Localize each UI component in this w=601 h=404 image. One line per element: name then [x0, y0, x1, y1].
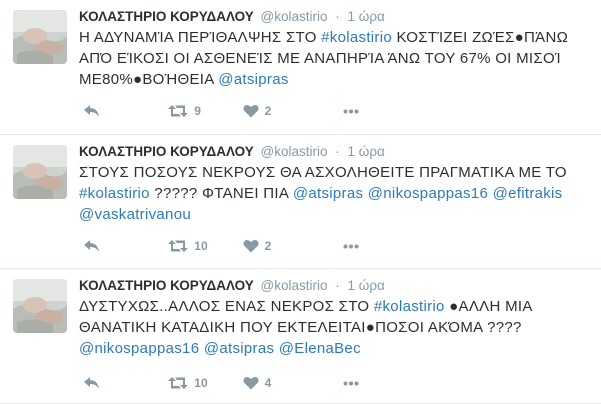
author-fullname[interactable]: ΚΟΛΑΣΤΗΡΙΟ ΚΟΡΥΔΑΛΟΥ: [79, 278, 254, 293]
retweet-button[interactable]: 10: [168, 376, 235, 390]
avatar-image: [13, 279, 67, 333]
reply-icon: [84, 377, 99, 389]
header-separator: ·: [335, 278, 340, 293]
tweet-actions: 9 2: [79, 101, 359, 121]
retweet-icon: [168, 240, 189, 252]
retweet-count: 9: [194, 104, 201, 118]
tweet-actions: 10 2: [79, 236, 359, 256]
header-separator: ·: [335, 9, 340, 24]
tweet-timestamp[interactable]: 1 ώρα: [348, 144, 385, 159]
header-separator: ·: [335, 144, 340, 159]
retweet-icon: [168, 105, 189, 117]
reply-button[interactable]: [83, 239, 108, 253]
reply-icon: [84, 240, 99, 252]
retweet-count: 10: [194, 376, 208, 390]
author-fullname[interactable]: ΚΟΛΑΣΤΗΡΙΟ ΚΟΡΥΔΑΛΟΥ: [79, 9, 254, 24]
retweet-count: 10: [194, 239, 208, 253]
tweet-timeline: ΚΟΛΑΣΤΗΡΙΟ ΚΟΡΥΔΑΛΟΥ @kolastirio · 1 ώρα…: [0, 0, 601, 404]
like-count: 2: [264, 104, 272, 118]
tweet[interactable]: ΚΟΛΑΣΤΗΡΙΟ ΚΟΡΥΔΑΛΟΥ @kolastirio · 1 ώρα…: [0, 135, 601, 269]
mention-link[interactable]: @vaskatrivanou: [79, 206, 191, 223]
author-username[interactable]: @kolastirio: [261, 278, 328, 293]
retweet-button[interactable]: 9: [168, 104, 235, 118]
tweet-timestamp[interactable]: 1 ώρα: [348, 278, 385, 293]
mention-link[interactable]: @atsipras: [218, 71, 288, 88]
avatar[interactable]: [13, 279, 67, 333]
avatar[interactable]: [13, 10, 67, 64]
tweet-text-segment: Η ΑΔΥΝΑΜΊΑ ΠΕΡΊΘΑΛΨΗΣ ΣΤΟ: [79, 29, 322, 46]
hashtag-link[interactable]: #kolastirio: [321, 29, 392, 46]
reply-button[interactable]: [83, 104, 108, 118]
hashtag-link[interactable]: #kolastirio: [79, 185, 150, 202]
tweet-text: ΔΥΣΤΥΧΩΣ..ΑΛΛΟΣ ΕΝΑΣ ΝΕΚΡΟΣ ΣΤΟ #kolasti…: [79, 296, 595, 359]
more-button[interactable]: [343, 381, 359, 386]
hashtag-link[interactable]: #kolastirio: [374, 298, 445, 315]
avatar[interactable]: [13, 145, 67, 199]
more-button[interactable]: [343, 244, 359, 249]
tweet[interactable]: ΚΟΛΑΣΤΗΡΙΟ ΚΟΡΥΔΑΛΟΥ @kolastirio · 1 ώρα…: [0, 0, 601, 135]
author-username[interactable]: @kolastirio: [261, 9, 328, 24]
retweet-icon: [168, 377, 189, 389]
author-fullname[interactable]: ΚΟΛΑΣΤΗΡΙΟ ΚΟΡΥΔΑΛΟΥ: [79, 144, 254, 159]
tweet-content: ΚΟΛΑΣΤΗΡΙΟ ΚΟΡΥΔΑΛΟΥ @kolastirio · 1 ώρα…: [79, 143, 595, 225]
tweet-header: ΚΟΛΑΣΤΗΡΙΟ ΚΟΡΥΔΑΛΟΥ @kolastirio · 1 ώρα: [79, 277, 595, 295]
mention-link[interactable]: @atsipras: [204, 340, 274, 357]
reply-icon: [84, 105, 99, 117]
like-button[interactable]: 2: [243, 104, 310, 118]
mention-link[interactable]: @efitrakis: [493, 185, 563, 202]
author-username[interactable]: @kolastirio: [261, 144, 328, 159]
reply-button[interactable]: [83, 376, 108, 390]
avatar-image: [13, 10, 67, 64]
mention-link[interactable]: @atsipras: [293, 185, 363, 202]
more-icon: [343, 109, 359, 113]
tweet-content: ΚΟΛΑΣΤΗΡΙΟ ΚΟΡΥΔΑΛΟΥ @kolastirio · 1 ώρα…: [79, 277, 595, 359]
retweet-button[interactable]: 10: [168, 239, 235, 253]
like-icon: [243, 376, 259, 390]
like-button[interactable]: 2: [243, 239, 310, 253]
like-icon: [243, 104, 259, 118]
mention-link[interactable]: @ElenaBec: [279, 340, 361, 357]
like-icon: [243, 239, 259, 253]
like-button[interactable]: 4: [243, 376, 310, 390]
tweet[interactable]: ΚΟΛΑΣΤΗΡΙΟ ΚΟΡΥΔΑΛΟΥ @kolastirio · 1 ώρα…: [0, 269, 601, 404]
more-icon: [343, 244, 359, 248]
like-count: 4: [264, 376, 272, 390]
tweet-header: ΚΟΛΑΣΤΗΡΙΟ ΚΟΡΥΔΑΛΟΥ @kolastirio · 1 ώρα: [79, 143, 595, 161]
tweet-text-segment: ΣΤΟΥΣ ΠΟΣΟΥΣ ΝΕΚΡΟΥΣ ΘΑ ΑΣΧΟΛΗΘΕΙΤΕ ΠΡΑΓ…: [79, 164, 567, 181]
tweet-timestamp[interactable]: 1 ώρα: [348, 9, 385, 24]
tweet-header: ΚΟΛΑΣΤΗΡΙΟ ΚΟΡΥΔΑΛΟΥ @kolastirio · 1 ώρα: [79, 8, 595, 26]
like-count: 2: [264, 239, 272, 253]
tweet-text: ΣΤΟΥΣ ΠΟΣΟΥΣ ΝΕΚΡΟΥΣ ΘΑ ΑΣΧΟΛΗΘΕΙΤΕ ΠΡΑΓ…: [79, 162, 595, 225]
tweet-text-segment: ????? ΦΤΑΝΕΙ ΠΙΑ: [149, 185, 293, 202]
tweet-text: Η ΑΔΥΝΑΜΊΑ ΠΕΡΊΘΑΛΨΗΣ ΣΤΟ #kolastirio ΚΟ…: [79, 27, 595, 90]
tweet-text-segment: ΔΥΣΤΥΧΩΣ..ΑΛΛΟΣ ΕΝΑΣ ΝΕΚΡΟΣ ΣΤΟ: [79, 298, 374, 315]
mention-link[interactable]: @nikospappas16: [79, 340, 199, 357]
more-icon: [343, 381, 359, 385]
tweet-content: ΚΟΛΑΣΤΗΡΙΟ ΚΟΡΥΔΑΛΟΥ @kolastirio · 1 ώρα…: [79, 8, 595, 90]
avatar-image: [13, 145, 67, 199]
mention-link[interactable]: @nikospappas16: [368, 185, 488, 202]
more-button[interactable]: [343, 109, 359, 114]
tweet-actions: 10 4: [79, 373, 359, 393]
